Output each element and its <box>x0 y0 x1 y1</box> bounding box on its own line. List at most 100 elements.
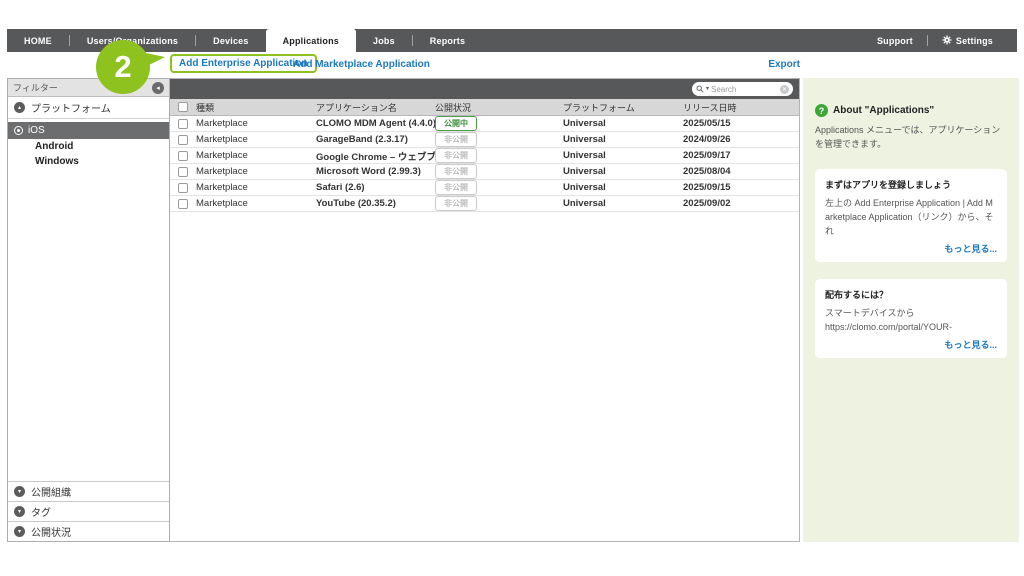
status-badge: 非公開 <box>435 132 477 147</box>
row-checkbox[interactable] <box>178 135 188 145</box>
cell-release-date: 2025/09/02 <box>683 198 793 209</box>
cell-type: Marketplace <box>196 198 316 209</box>
table-header-row: 種類 アプリケーション名 公開状況 プラットフォーム リリース日時 <box>170 99 799 116</box>
help-card1-title: まずはアプリを登録しましょう <box>825 178 997 191</box>
platform-filter-windows[interactable]: Windows <box>8 154 169 169</box>
section-tags-label: タグ <box>31 504 51 519</box>
cell-app-name: Google Chrome – ウェブブ... <box>316 149 435 163</box>
platform-filter-ios[interactable]: iOS <box>8 122 169 139</box>
cell-platform: Universal <box>563 166 683 177</box>
settings-button[interactable]: Settings <box>928 29 1007 52</box>
chevron-down-circle-icon: ▾ <box>14 506 25 517</box>
chevron-down-circle-icon: ▾ <box>14 486 25 497</box>
cell-release-date: 2025/09/15 <box>683 182 793 193</box>
table-row[interactable]: Marketplace YouTube (20.35.2) 非公開 Univer… <box>170 196 799 212</box>
help-card-distribute: 配布するには？ スマートデバイスからhttps://clomo.com/port… <box>815 279 1007 358</box>
search-input[interactable]: ▾ Search ✕ <box>692 82 793 96</box>
search-icon <box>696 80 704 98</box>
cell-platform: Universal <box>563 134 683 145</box>
table-toolbar: ▾ Search ✕ <box>170 79 799 99</box>
col-header-app-name[interactable]: アプリケーション名 <box>316 101 435 114</box>
col-header-type[interactable]: 種類 <box>196 101 316 114</box>
sidebar-collapse-button[interactable]: ◂ <box>152 82 164 94</box>
status-badge: 非公開 <box>435 180 477 195</box>
cell-release-date: 2024/09/26 <box>683 134 793 145</box>
cell-release-date: 2025/09/17 <box>683 150 793 161</box>
nav-menu: HOME Users/Organizations Devices Applica… <box>7 29 482 52</box>
col-header-platform[interactable]: プラットフォーム <box>563 101 683 114</box>
help-card2-body: スマートデバイスからhttps://clomo.com/portal/YOUR- <box>825 307 997 335</box>
search-scope-caret-icon[interactable]: ▾ <box>706 86 709 92</box>
help-question-icon: ? <box>815 104 828 117</box>
col-header-status[interactable]: 公開状況 <box>435 101 563 114</box>
help-title: About "Applications" <box>833 105 934 116</box>
status-badge: 非公開 <box>435 164 477 179</box>
nav-item-home[interactable]: HOME <box>7 29 69 52</box>
select-all-checkbox[interactable] <box>178 102 188 112</box>
nav-item-jobs[interactable]: Jobs <box>356 29 412 52</box>
row-checkbox[interactable] <box>178 199 188 209</box>
chevron-down-circle-icon: ▾ <box>14 526 25 537</box>
table-row[interactable]: Marketplace Microsoft Word (2.99.3) 非公開 … <box>170 164 799 180</box>
cell-app-name: CLOMO MDM Agent (4.4.0) <box>316 118 435 129</box>
sidebar-bottom-sections: ▾ 公開組織 ▾ タグ ▾ 公開状況 <box>8 481 169 541</box>
section-tags[interactable]: ▾ タグ <box>8 501 169 521</box>
cell-type: Marketplace <box>196 166 316 177</box>
support-link[interactable]: Support <box>863 29 927 52</box>
cell-type: Marketplace <box>196 118 316 129</box>
see-more-link[interactable]: もっと見る... <box>825 338 997 351</box>
applications-table: ▾ Search ✕ 種類 アプリケーション名 公開状況 プラットフォーム リリ… <box>170 78 800 542</box>
cell-platform: Universal <box>563 198 683 209</box>
cell-type: Marketplace <box>196 150 316 161</box>
nav-item-reports[interactable]: Reports <box>413 29 482 52</box>
row-checkbox[interactable] <box>178 151 188 161</box>
filter-title: フィルター <box>13 81 58 94</box>
row-checkbox[interactable] <box>178 183 188 193</box>
gear-icon <box>942 35 952 47</box>
help-card1-body: 左上の Add Enterprise Application | Add Mar… <box>825 197 997 239</box>
platform-section-label: プラットフォーム <box>31 100 111 115</box>
cell-app-name: Microsoft Word (2.99.3) <box>316 166 435 177</box>
table-row[interactable]: Marketplace Google Chrome – ウェブブ... 非公開 … <box>170 148 799 164</box>
search-clear-icon[interactable]: ✕ <box>780 85 789 94</box>
cell-app-name: Safari (2.6) <box>316 182 435 193</box>
platform-section-header[interactable]: ▴ プラットフォーム <box>8 97 169 119</box>
top-navbar: HOME Users/Organizations Devices Applica… <box>7 29 1017 52</box>
nav-tab-applications[interactable]: Applications <box>266 29 356 52</box>
selected-radio-icon <box>14 126 23 135</box>
settings-label: Settings <box>956 36 993 46</box>
table-row[interactable]: Marketplace Safari (2.6) 非公開 Universal 2… <box>170 180 799 196</box>
add-marketplace-application-link[interactable]: Add Marketplace Application <box>293 59 430 70</box>
step-2-badge: 2 <box>96 40 150 94</box>
help-card-register: まずはアプリを登録しましょう 左上の Add Enterprise Applic… <box>815 169 1007 262</box>
help-panel: ? About "Applications" Applications メニュー… <box>803 78 1019 542</box>
see-more-link[interactable]: もっと見る... <box>825 242 997 255</box>
section-publish-status[interactable]: ▾ 公開状況 <box>8 521 169 541</box>
platform-ios-label: iOS <box>28 125 45 136</box>
help-about-body: Applications メニューでは、アプリケーションを管理できます。 <box>815 124 1007 152</box>
nav-item-devices[interactable]: Devices <box>196 29 265 52</box>
export-link[interactable]: Export <box>742 59 800 70</box>
clomo-applications-page: HOME Users/Organizations Devices Applica… <box>0 0 1024 576</box>
row-checkbox[interactable] <box>178 119 188 129</box>
cell-type: Marketplace <box>196 134 316 145</box>
cell-app-name: GarageBand (2.3.17) <box>316 134 435 145</box>
nav-right-group: Support Settings <box>863 29 1017 52</box>
cell-app-name: YouTube (20.35.2) <box>316 198 435 209</box>
filter-sidebar: フィルター ◂ ▴ プラットフォーム iOS Android Windows ▾… <box>7 78 170 542</box>
table-row[interactable]: Marketplace CLOMO MDM Agent (4.4.0) 公開中 … <box>170 116 799 132</box>
row-checkbox[interactable] <box>178 167 188 177</box>
cell-type: Marketplace <box>196 182 316 193</box>
cell-platform: Universal <box>563 118 683 129</box>
cell-release-date: 2025/08/04 <box>683 166 793 177</box>
search-placeholder: Search <box>711 85 778 94</box>
help-card2-title: 配布するには？ <box>825 288 997 301</box>
platform-filter-android[interactable]: Android <box>8 139 169 154</box>
section-public-org[interactable]: ▾ 公開組織 <box>8 481 169 501</box>
col-header-release-date[interactable]: リリース日時 <box>683 101 793 114</box>
help-title-row: ? About "Applications" <box>815 104 1007 117</box>
table-row[interactable]: Marketplace GarageBand (2.3.17) 非公開 Univ… <box>170 132 799 148</box>
cell-platform: Universal <box>563 182 683 193</box>
status-badge: 非公開 <box>435 148 477 163</box>
status-badge: 公開中 <box>435 116 477 131</box>
